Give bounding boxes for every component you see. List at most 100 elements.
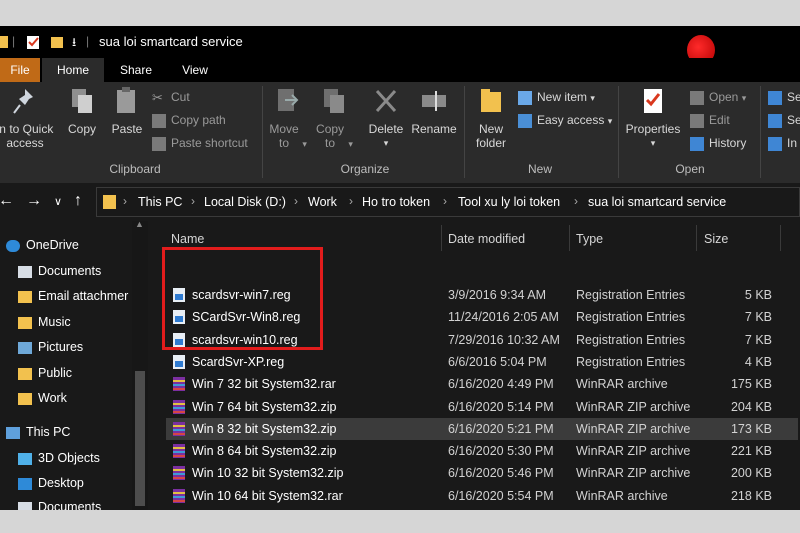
scroll-up-icon[interactable]: ▲ — [135, 219, 144, 229]
breadcrumb-current-folder[interactable]: sua loi smartcard service — [588, 195, 726, 209]
customize-quick-access-icon[interactable]: ⭳ — [72, 33, 76, 54]
file-row[interactable]: Win 8 64 bit System32.zip 6/16/2020 5:30 … — [166, 440, 798, 462]
window-title: sua loi smartcard service — [99, 34, 243, 49]
new-folder-button[interactable]: New folder — [468, 86, 514, 150]
nav-item-email-attachments[interactable]: Email attachmer — [18, 284, 128, 309]
select-none-button[interactable]: Se — [768, 111, 800, 129]
history-button[interactable]: History — [690, 134, 746, 152]
tab-home[interactable]: Home — [42, 58, 104, 82]
dropdown-arrow-icon: ▾ — [607, 116, 613, 126]
title-separator: | — [12, 34, 16, 48]
copy-to-button[interactable]: Copy to ▾ — [312, 86, 356, 151]
open-group-label: Open — [675, 162, 705, 176]
column-header-size[interactable]: Size — [704, 227, 728, 251]
new-item-button[interactable]: New item ▾ — [518, 88, 595, 106]
new-folder-quick-icon[interactable] — [50, 34, 66, 50]
file-row[interactable]: ScardSvr-XP.reg 6/6/2016 5:04 PM Registrat… — [166, 351, 798, 373]
file-row[interactable]: Win 7 64 bit System32.zip 6/16/2020 5:14 … — [166, 396, 798, 418]
properties-button[interactable]: Properties ▾ — [622, 86, 684, 150]
file-row[interactable]: WinXP system32.rar 6/17/2020 9:07 AM WinRA… — [166, 507, 798, 510]
file-row[interactable]: Win 10 32 bit System32.zip 6/16/2020 5:46… — [166, 462, 798, 484]
column-divider[interactable] — [696, 225, 697, 251]
copy-path-icon — [152, 113, 166, 128]
file-size: 221 KB — [730, 444, 772, 459]
file-date: 7/29/2016 10:32 AM — [448, 332, 560, 347]
breadcrumb-tool-xu-ly[interactable]: Tool xu ly loi token — [458, 195, 560, 209]
file-size: 200 KB — [730, 466, 772, 481]
invert-selection-button[interactable]: In — [768, 134, 797, 152]
nav-item-pictures[interactable]: Pictures — [18, 335, 83, 360]
breadcrumb-local-disk[interactable]: Local Disk (D:) — [204, 195, 286, 209]
easy-access-label: Easy access — [537, 113, 605, 127]
file-date: 6/16/2020 5:21 PM — [448, 421, 554, 436]
nav-item-music[interactable]: Music — [18, 310, 71, 335]
copy-to-label: Copy to — [316, 122, 345, 150]
tab-view[interactable]: View — [170, 58, 220, 82]
computer-icon — [6, 426, 20, 439]
breadcrumb-separator-icon: › — [574, 194, 578, 208]
file-row[interactable]: Win 8 32 bit System32.zip 6/16/2020 5:21 … — [166, 417, 798, 440]
nav-item-desktop[interactable]: Desktop — [18, 471, 84, 496]
nav-scrollbar[interactable]: ▲ — [132, 219, 148, 510]
paste-shortcut-button[interactable]: Paste shortcut — [152, 134, 248, 152]
file-name: Win 10 32 bit System32.zip — [192, 466, 344, 481]
file-date: 3/9/2016 9:34 AM — [448, 288, 546, 302]
nav-item-documents-pc[interactable]: Documents — [18, 495, 101, 510]
address-bar[interactable]: › This PC › Local Disk (D:) › Work › Ho … — [96, 187, 800, 217]
back-arrow-icon[interactable]: ← — [0, 192, 14, 210]
tab-file[interactable]: File — [0, 58, 40, 82]
group-divider — [760, 86, 761, 178]
pin-quick-access-button[interactable]: in to Quick access — [0, 86, 58, 150]
nav-item-3d-objects[interactable]: 3D Objects — [18, 446, 100, 471]
open-button[interactable]: Open ▾ — [690, 88, 746, 106]
nav-item-work[interactable]: Work — [18, 386, 67, 411]
easy-access-button[interactable]: Easy access ▾ — [518, 111, 612, 129]
up-arrow-icon[interactable]: ↑ — [74, 192, 82, 210]
easy-access-icon — [518, 113, 532, 128]
nav-item-public[interactable]: Public — [18, 361, 72, 386]
folder-icon — [103, 195, 116, 209]
file-row[interactable]: Win 7 32 bit System32.rar 6/16/2020 4:49 … — [166, 373, 798, 395]
delete-button[interactable]: Delete ▾ — [364, 86, 408, 150]
nav-item-this-pc[interactable]: This PC — [6, 420, 70, 445]
breadcrumb-ho-tro-token[interactable]: Ho tro token — [362, 195, 430, 209]
breadcrumb-this-pc[interactable]: This PC — [138, 195, 182, 209]
file-name: ScardSvr-XP.reg — [192, 354, 285, 369]
winrar-archive-icon — [173, 377, 185, 392]
cut-label: Cut — [171, 90, 190, 104]
breadcrumb-work[interactable]: Work — [308, 195, 337, 209]
column-divider[interactable] — [441, 225, 442, 251]
select-all-button[interactable]: Se — [768, 88, 800, 106]
column-header-date[interactable]: Date modified — [448, 227, 525, 251]
folder-icon — [18, 290, 32, 303]
file-type: WinRAR ZIP archive — [576, 421, 691, 436]
rename-button[interactable]: Rename — [410, 86, 458, 136]
cut-button[interactable]: ✂ Cut — [152, 88, 190, 106]
properties-quick-icon[interactable] — [26, 34, 42, 50]
forward-arrow-icon[interactable]: → — [26, 192, 42, 210]
file-row[interactable]: Win 10 64 bit System32.rar 6/16/2020 5:54… — [166, 485, 798, 507]
nav-item-onedrive[interactable]: OneDrive — [6, 233, 79, 258]
move-to-icon — [278, 89, 299, 111]
recent-locations-chevron-icon[interactable]: ∨ — [54, 195, 62, 208]
select-none-icon — [768, 113, 782, 128]
scrollbar-thumb[interactable] — [135, 371, 145, 506]
tab-share[interactable]: Share — [110, 58, 162, 82]
file-date: 6/16/2020 4:49 PM — [448, 377, 554, 392]
paste-label: Paste — [111, 122, 143, 136]
copy-path-button[interactable]: Copy path — [152, 111, 226, 129]
column-divider[interactable] — [780, 225, 781, 251]
column-header-type[interactable]: Type — [576, 227, 603, 251]
file-size: 173 KB — [730, 421, 772, 436]
nav-label: 3D Objects — [38, 451, 100, 465]
move-to-button[interactable]: Move to ▾ — [266, 86, 310, 151]
file-date: 6/16/2020 5:46 PM — [448, 466, 554, 481]
paste-button[interactable]: Paste — [106, 86, 148, 136]
file-type: WinRAR archive — [576, 377, 668, 392]
copy-button[interactable]: Copy — [62, 86, 102, 136]
column-divider[interactable] — [569, 225, 570, 251]
explorer-window: | ⭳ | sua loi smartcard service File Hom… — [0, 26, 800, 510]
nav-item-documents[interactable]: Documents — [18, 259, 101, 284]
file-name: WinXP system32.rar — [192, 507, 306, 510]
edit-button[interactable]: Edit — [690, 111, 730, 129]
